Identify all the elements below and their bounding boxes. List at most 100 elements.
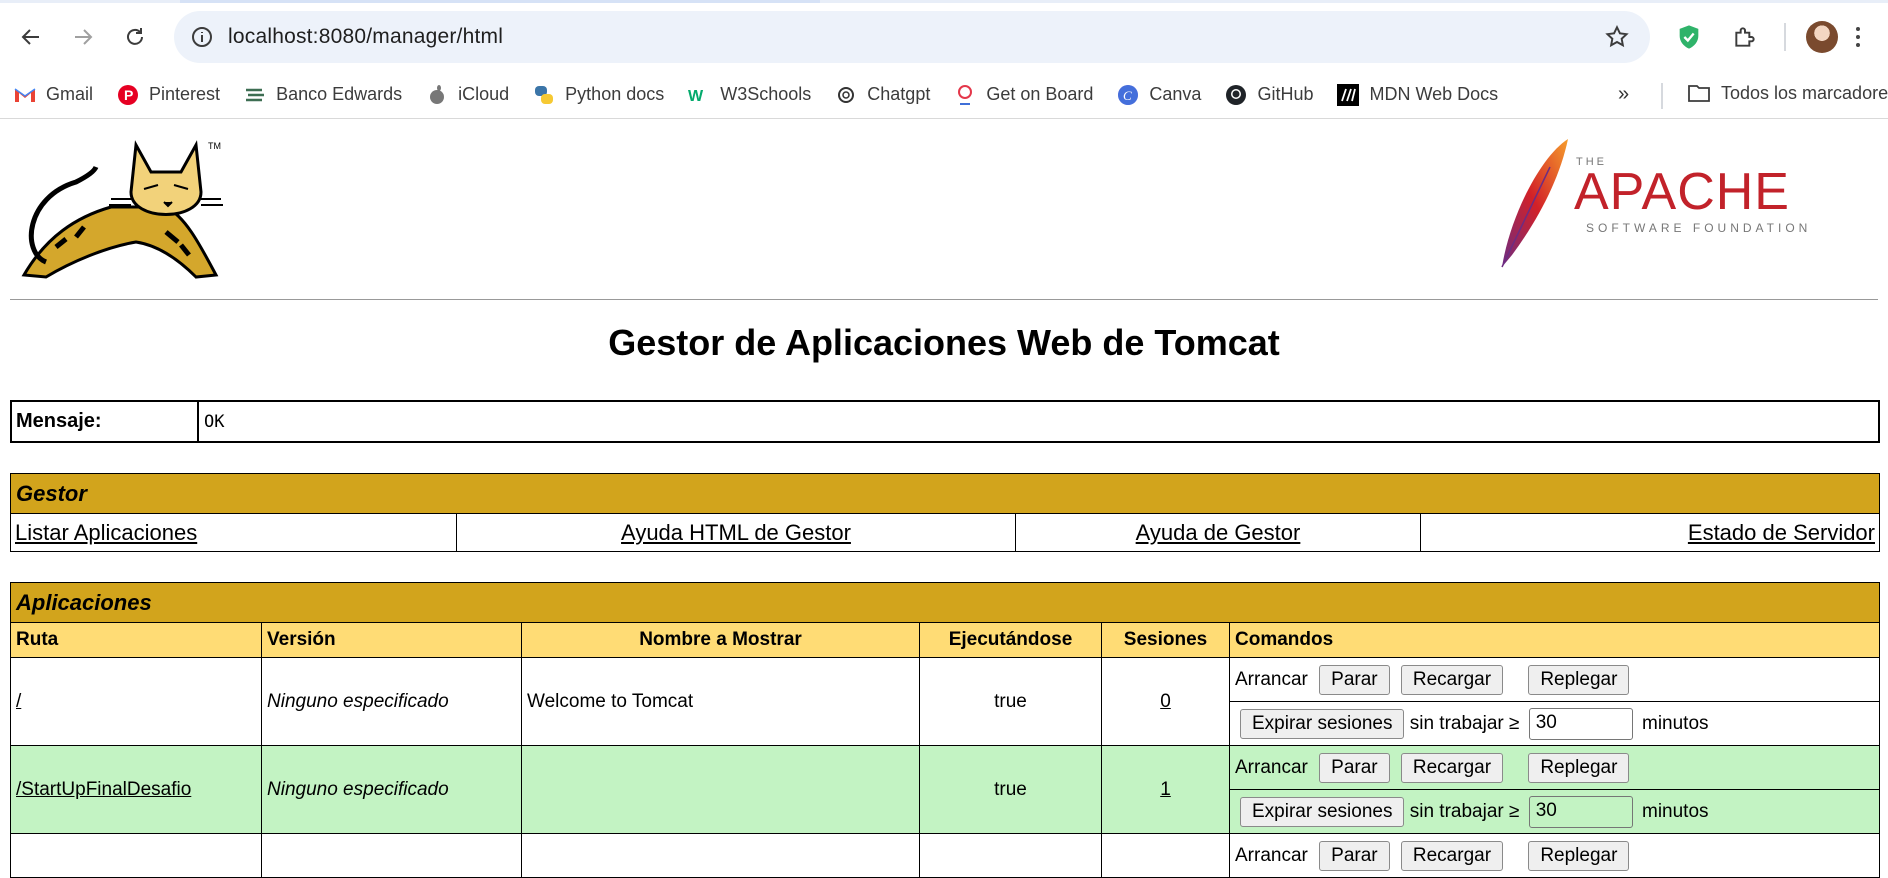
profile-avatar[interactable] [1806,21,1838,53]
bookmark-github[interactable]: GitHub [1225,84,1313,106]
app-path-link[interactable]: / [16,691,21,712]
bookmark-banco-edwards[interactable]: Banco Edwards [244,84,402,106]
app-commands-cell: Arrancar Parar Recargar Replegar [1229,833,1880,878]
applications-table: Aplicaciones Ruta Versión Nombre a Mostr… [10,582,1880,878]
url-text[interactable]: localhost:8080/manager/html [228,25,503,49]
canva-icon: C [1117,84,1139,106]
idle-label: sin trabajar ≥ [1409,712,1520,734]
app-sessions-link[interactable]: 1 [1160,779,1171,800]
reload-app-button[interactable]: Recargar [1400,752,1504,783]
app-version: Ninguno especificado [261,745,522,834]
app-commands-cell: Arrancar Parar Recargar Replegar [1229,657,1880,702]
address-bar[interactable]: localhost:8080/manager/html [174,11,1650,63]
bookmark-star-icon[interactable] [1604,24,1630,50]
app-expire-cell: Expirar sesiones sin trabajar ≥ 30 minut… [1229,789,1880,834]
gestor-cell-html-help: Ayuda HTML de Gestor [456,513,1016,552]
undeploy-button[interactable]: Replegar [1528,664,1630,695]
tab-strip-edge [0,0,1888,3]
gestor-cell-help: Ayuda de Gestor [1015,513,1421,552]
puzzle-icon [1735,27,1755,47]
list-apps-link[interactable]: Listar Aplicaciones [15,520,197,545]
col-version: Versión [261,622,522,658]
reload-button[interactable] [114,16,156,58]
expire-sessions-button[interactable]: Expirar sesiones [1240,708,1405,739]
expire-sessions-button[interactable]: Expirar sesiones [1240,796,1405,827]
bookmark-chatgpt[interactable]: Chatgpt [835,84,930,106]
svg-text:SOFTWARE FOUNDATION: SOFTWARE FOUNDATION [1586,221,1811,235]
undeploy-button[interactable]: Replegar [1528,752,1630,783]
bank-icon [244,84,266,106]
svg-text:W: W [688,88,704,104]
manager-help-link[interactable]: Ayuda de Gestor [1136,520,1301,545]
table-row: /StartUpFinalDesafio Ninguno especificad… [10,745,1880,834]
message-table: Mensaje: OK [10,400,1880,443]
app-path-link[interactable]: /StartUpFinalDesafio [16,779,191,800]
table-row: Arrancar Parar Recargar Replegar [10,833,1880,878]
bookmark-canva[interactable]: C Canva [1117,84,1201,106]
minutes-label: minutos [1642,800,1709,822]
all-bookmarks-folder[interactable]: Todos los marcadores [1687,81,1888,105]
chatgpt-icon [835,84,857,106]
bookmark-python-docs[interactable]: Python docs [533,84,664,106]
col-running: Ejecutándose [919,622,1102,658]
gestor-header: Gestor [10,473,1880,514]
reload-app-button[interactable]: Recargar [1400,840,1504,871]
app-sessions-link[interactable]: 0 [1160,691,1171,712]
bookmarks-separator [1661,83,1663,109]
bookmark-w3schools[interactable]: W W3Schools [688,84,811,106]
stop-button[interactable]: Parar [1319,752,1390,783]
extensions-button[interactable] [1728,20,1762,54]
col-sessions: Sesiones [1101,622,1230,658]
getonboard-icon [954,84,976,106]
stop-button[interactable]: Parar [1319,664,1390,695]
gestor-cell-status: Estado de Servidor [1420,513,1880,552]
undeploy-button[interactable]: Replegar [1528,840,1630,871]
app-path-cell: /StartUpFinalDesafio [10,745,262,834]
server-status-link[interactable]: Estado de Servidor [1688,520,1875,545]
svg-text:C: C [1123,88,1132,103]
site-info-icon[interactable] [190,25,214,49]
gmail-icon [14,84,36,106]
column-header-row: Ruta Versión Nombre a Mostrar Ejecutándo… [10,622,1880,658]
arrow-left-icon [21,29,39,45]
apache-logo[interactable]: THE APACHE SOFTWARE FOUNDATION [1500,137,1830,272]
start-label: Arrancar [1235,668,1308,690]
bookmark-pinterest[interactable]: P Pinterest [117,84,220,106]
app-display-name [521,833,920,878]
app-path-cell [10,833,262,878]
app-display-name: Welcome to Tomcat [521,657,920,746]
start-label: Arrancar [1235,756,1308,778]
extension-shield[interactable] [1672,20,1706,54]
shield-icon [1679,25,1699,49]
bookmark-gmail[interactable]: Gmail [14,84,93,106]
app-sessions-cell: 0 [1101,657,1230,746]
github-icon [1225,84,1247,106]
gestor-table: Gestor Listar Aplicaciones Ayuda HTML de… [10,473,1880,552]
back-button[interactable] [10,16,52,58]
mdn-icon [1337,83,1360,106]
app-commands-cell: Arrancar Parar Recargar Replegar [1229,745,1880,790]
message-label: Mensaje: [10,400,199,443]
svg-text:P: P [124,87,133,103]
idle-minutes-input[interactable]: 30 [1528,707,1633,740]
more-bookmarks-chevron-icon[interactable]: » [1618,83,1629,106]
stop-button[interactable]: Parar [1319,840,1390,871]
reload-app-button[interactable]: Recargar [1400,664,1504,695]
col-ruta: Ruta [10,622,262,658]
bookmark-icloud[interactable]: iCloud [426,84,509,106]
w3schools-icon: W [688,84,710,106]
bookmark-mdn[interactable]: MDN Web Docs [1337,83,1498,106]
browser-menu-button[interactable] [1856,27,1860,47]
message-value: OK [197,400,1880,443]
bookmark-get-on-board[interactable]: Get on Board [954,84,1093,106]
app-sessions-cell [1101,833,1230,878]
app-display-name [521,745,920,834]
app-path-cell: / [10,657,262,746]
browser-toolbar: localhost:8080/manager/html [0,3,1888,71]
html-help-link[interactable]: Ayuda HTML de Gestor [621,520,851,545]
idle-minutes-input[interactable]: 30 [1528,795,1633,828]
forward-button[interactable] [62,16,104,58]
minutes-label: minutos [1642,712,1709,734]
tomcat-logo[interactable]: TM [16,137,226,283]
app-running [919,833,1102,878]
